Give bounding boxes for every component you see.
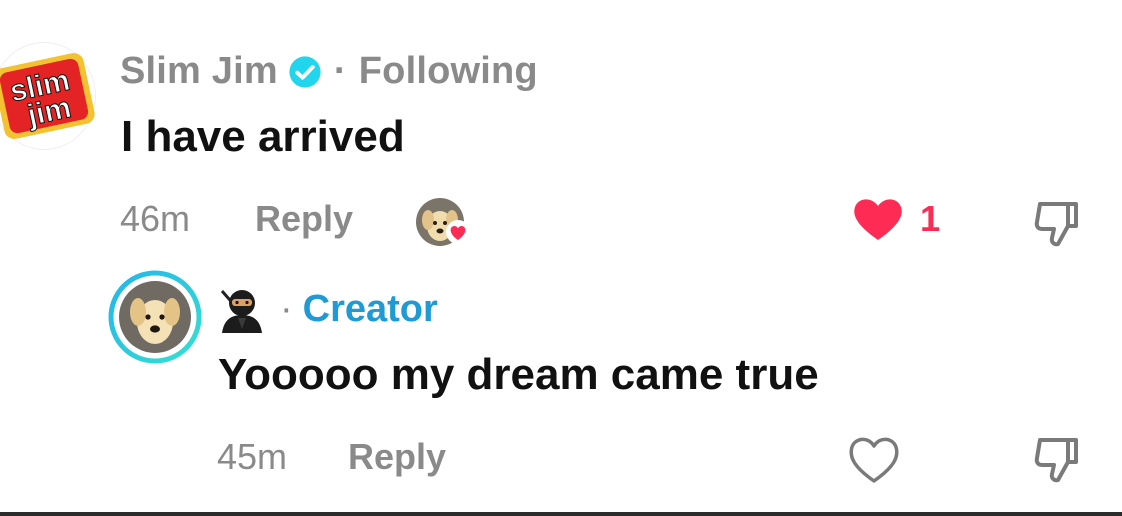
reply-header: · Creator — [216, 285, 438, 333]
heart-outline-icon — [849, 437, 899, 483]
reply-text: Yooooo my dream came true — [218, 350, 819, 399]
reply-timestamp: 45m — [217, 436, 288, 477]
bottom-divider — [0, 512, 1122, 516]
slim-jim-avatar[interactable]: slim jim — [0, 42, 96, 150]
ninja-emoji-icon — [220, 290, 262, 333]
following-label: Following — [358, 50, 538, 92]
reply-button[interactable]: Reply — [348, 436, 446, 478]
dog-avatar-icon — [108, 270, 202, 364]
thumbs-down-icon — [1034, 438, 1078, 483]
comment-author-name[interactable]: Slim Jim — [120, 50, 278, 93]
slim-jim-logo-icon: slim jim — [0, 53, 95, 139]
heart-filled-icon — [854, 199, 902, 240]
dislike-button[interactable] — [1030, 432, 1086, 488]
dislike-button[interactable] — [1030, 196, 1086, 252]
separator-dot: · — [333, 50, 347, 92]
creator-liked-avatar-icon — [416, 198, 470, 246]
thumbs-down-icon — [1034, 202, 1078, 247]
like-button[interactable] — [846, 434, 902, 486]
creator-label: Creator — [302, 287, 438, 330]
comment-header: Slim Jim · Following — [120, 50, 538, 93]
creator-liked-badge — [414, 196, 472, 250]
creator-avatar[interactable] — [108, 270, 202, 364]
verified-badge-icon — [289, 55, 321, 88]
like-count: 1 — [920, 198, 941, 239]
comment-text: I have arrived — [121, 112, 405, 161]
reply-button[interactable]: Reply — [255, 198, 353, 240]
like-control[interactable]: 1 — [852, 196, 940, 242]
comment-timestamp: 46m — [120, 198, 191, 239]
separator-dot: · — [280, 287, 293, 330]
